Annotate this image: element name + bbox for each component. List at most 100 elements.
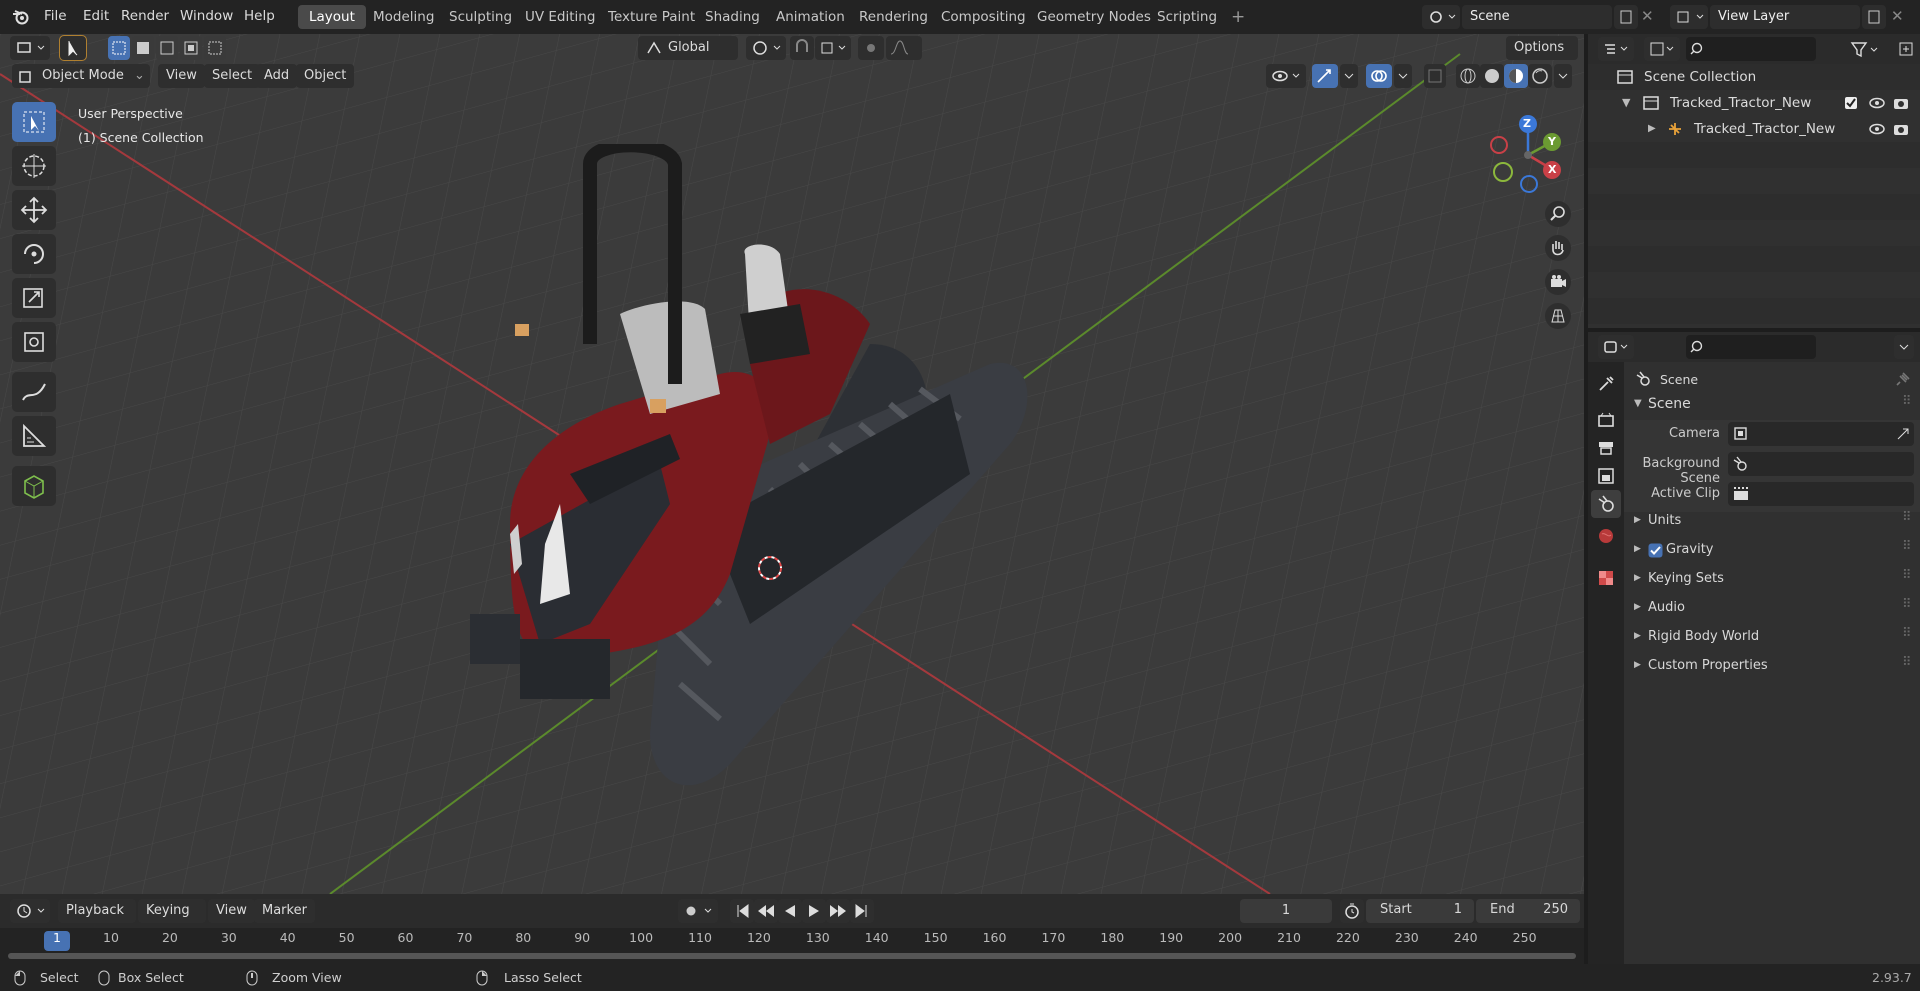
output-tab-icon[interactable] [1596,438,1616,458]
viewport-menu-view[interactable]: View [158,64,205,88]
selection-mode-new-icon[interactable] [108,36,130,60]
jump-to-keyframe-forward-icon[interactable] [826,899,850,923]
view-layer-tab-icon[interactable] [1596,466,1616,486]
tab-modeling[interactable]: Modeling [362,5,445,29]
blender-logo-icon[interactable] [12,9,30,25]
drag-handle-icon[interactable]: ⠿ [1902,394,1911,409]
visibility-icon[interactable] [1266,64,1306,88]
start-frame-field[interactable]: Start 1 [1366,899,1474,923]
scene-tab-icon[interactable] [1591,490,1621,518]
tab-scripting[interactable]: Scripting [1146,5,1228,29]
tractor-model[interactable] [470,144,1050,804]
close-view-layer-icon[interactable]: ✕ [1891,7,1904,25]
rendered-shading-icon[interactable] [1528,64,1552,88]
rigid-body-world-section[interactable]: ▶ Rigid Body World ⠿ [1624,626,1920,650]
viewport-menu-select[interactable]: Select [204,64,261,88]
play-icon[interactable] [802,899,826,923]
snap-target-icon[interactable] [815,36,851,60]
gravity-checkbox-icon[interactable] [1648,543,1663,558]
drag-handle-icon[interactable]: ⠿ [1902,568,1912,583]
timeline-menu-keying[interactable]: Keying ⌄ [138,899,206,942]
tab-animation[interactable]: Animation [765,5,856,29]
timeline-menu-playback[interactable]: Playback ⌄ [58,899,136,942]
gizmo-dropdown-icon[interactable] [1340,64,1358,88]
selection-mode-intersect-icon[interactable] [204,36,226,60]
view-layer-field[interactable]: View Layer [1710,5,1860,29]
current-frame-field[interactable]: 1 [1240,899,1332,923]
add-cube-tool[interactable] [12,466,56,506]
keying-sets-section[interactable]: ▶ Keying Sets ⠿ [1624,568,1920,592]
shading-dropdown-icon[interactable] [1554,64,1572,88]
background-scene-field[interactable] [1728,452,1914,476]
eye-icon[interactable] [1868,95,1886,111]
record-keyframe-icon[interactable] [678,899,718,923]
properties-options-icon[interactable] [1894,335,1914,359]
tab-geometry-nodes[interactable]: Geometry Nodes [1026,5,1162,29]
render-tab-icon[interactable] [1596,410,1616,430]
material-preview-shading-icon[interactable] [1504,64,1528,88]
units-section[interactable]: ▶ Units ⠿ [1624,510,1920,534]
selection-mode-extend-icon[interactable] [132,36,154,60]
expand-down-icon[interactable]: ▼ [1622,90,1630,116]
add-workspace-icon[interactable]: + [1220,5,1256,29]
menu-file[interactable]: File [36,0,75,34]
tab-layout[interactable]: Layout [298,5,366,29]
options-dropdown[interactable]: Options ⌄ [1506,36,1578,79]
outliner-object-row[interactable]: ▶ Tracked_Tractor_New [1588,116,1920,142]
object-mode-dropdown[interactable]: Object Mode [12,64,150,88]
select-box-tool[interactable] [12,102,56,142]
jump-to-keyframe-back-icon[interactable] [754,899,778,923]
annotate-tool[interactable] [12,372,56,412]
snap-toggle-icon[interactable] [790,36,814,60]
drag-handle-icon[interactable]: ⠿ [1902,539,1912,554]
measure-tool[interactable] [12,416,56,456]
end-frame-field[interactable]: End 250 [1476,899,1580,923]
custom-properties-section[interactable]: ▶ Custom Properties ⠿ [1624,655,1920,679]
proportional-falloff-icon[interactable] [886,36,922,60]
tab-compositing[interactable]: Compositing [930,5,1037,29]
overlays-dropdown-icon[interactable] [1394,64,1412,88]
eye-icon[interactable] [1868,121,1886,137]
display-mode-icon[interactable] [1644,37,1680,61]
menu-window[interactable]: Window [172,0,241,34]
play-reverse-icon[interactable] [778,899,802,923]
xray-toggle-icon[interactable] [1424,64,1446,88]
zoom-icon[interactable] [1544,200,1572,228]
render-camera-icon[interactable] [1892,95,1910,111]
viewport-menu-object[interactable]: Object [296,64,355,88]
select-cursor-tool-icon[interactable] [59,35,87,61]
wireframe-shading-icon[interactable] [1456,64,1480,88]
audio-section[interactable]: ▶ Audio ⠿ [1624,597,1920,621]
drag-handle-icon[interactable]: ⠿ [1902,655,1912,670]
rotate-tool[interactable] [12,234,56,274]
selection-mode-subtract-icon[interactable] [156,36,178,60]
new-collection-icon[interactable] [1896,39,1916,61]
filter-icon[interactable] [1850,40,1884,60]
scene-name-field[interactable]: Scene [1462,5,1612,29]
close-scene-icon[interactable]: ✕ [1641,7,1654,25]
timeline-menu-marker[interactable]: Marker [254,899,315,923]
texture-tab-icon[interactable] [1596,568,1616,588]
world-tab-icon[interactable] [1596,526,1616,546]
pivot-point-icon[interactable] [746,36,786,60]
timeline-editor-type-icon[interactable] [10,899,50,923]
tab-shading[interactable]: Shading [694,5,771,29]
overlays-toggle-icon[interactable] [1366,64,1392,88]
camera-view-icon[interactable] [1544,268,1572,296]
proportional-editing-icon[interactable] [858,36,884,60]
outliner-scene-collection-row[interactable]: Scene Collection [1588,64,1920,90]
expand-right-icon[interactable]: ▶ [1648,116,1656,142]
outliner-editor-type-icon[interactable] [1598,37,1634,61]
jump-to-end-icon[interactable] [850,899,874,923]
menu-help[interactable]: Help [236,0,283,34]
drag-handle-icon[interactable]: ⠿ [1902,510,1912,525]
selection-mode-invert-icon[interactable] [180,36,202,60]
editor-type-icon[interactable] [10,36,50,60]
properties-editor-type-icon[interactable] [1598,335,1634,359]
tab-sculpting[interactable]: Sculpting [438,5,523,29]
gravity-section[interactable]: ▶ Gravity ⠿ [1624,539,1920,563]
tab-rendering[interactable]: Rendering [848,5,939,29]
exclude-checkbox-icon[interactable] [1844,96,1858,110]
outliner-search-input[interactable] [1686,37,1816,61]
tool-tab-icon[interactable] [1596,374,1616,394]
